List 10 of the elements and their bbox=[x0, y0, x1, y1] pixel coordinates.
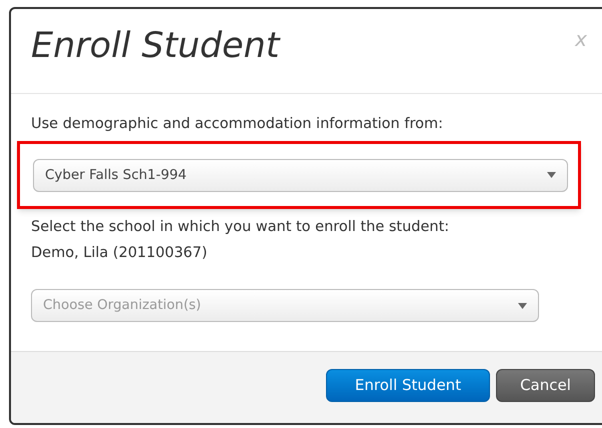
select-dropdown[interactable]: Cyber Falls Sch1-994 bbox=[33, 158, 568, 192]
dropdown-caret-icon bbox=[547, 172, 556, 178]
student-name: Demo, Lila (201100367) bbox=[31, 244, 208, 263]
enroll-button[interactable]: Enroll Student bbox=[326, 369, 490, 402]
field-label: Select the school in which you want to enroll the student: bbox=[31, 218, 450, 237]
dialog-title: Enroll Student bbox=[31, 29, 280, 64]
field-label: Use demographic and accommodation information from: bbox=[31, 115, 444, 134]
cancel-button[interactable]: Cancel bbox=[496, 369, 595, 402]
select-dropdown[interactable]: Choose Organization(s) bbox=[31, 289, 539, 322]
dropdown-caret-icon bbox=[518, 302, 527, 308]
